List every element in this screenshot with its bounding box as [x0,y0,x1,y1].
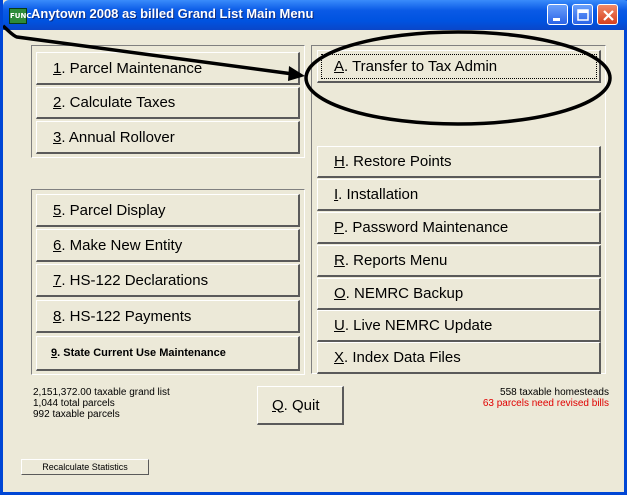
button-label: . Installation [338,186,419,203]
state-current-use-button[interactable]: 9. State Current Use Maintenance [36,336,300,371]
minimize-button[interactable] [547,4,568,25]
button-label: . Parcel Display [61,201,166,219]
button-label: . Parcel Maintenance [61,59,203,77]
hotkey: X [334,349,345,366]
button-label: . Annual Rollover [61,128,175,146]
button-label: . Make New Entity [61,236,183,254]
hotkey: R [334,252,345,269]
recalculate-statistics-button[interactable]: Recalculate Statistics [21,459,149,475]
button-label: . Calculate Taxes [61,94,176,111]
hotkey: U [334,317,345,334]
parcel-display-button[interactable]: 5. Parcel Display [36,194,300,227]
button-label: . Index Data Files [344,349,461,366]
app-icon: FUNC [9,8,31,24]
reports-menu-button[interactable]: R. Reports Menu [317,245,601,277]
hotkey: 5 [53,201,62,219]
button-label: . Live NEMRC Update [344,317,493,334]
button-label: . Restore Points [344,153,452,170]
hotkey: A [334,57,345,75]
title-bar[interactable]: FUNC Anytown 2008 as billed Grand List M… [3,0,627,30]
hotkey: 3 [53,128,62,146]
button-label: . Quit [283,396,320,414]
maximize-icon [577,9,589,21]
hotkey: H [334,153,345,170]
main-menu-window: FUNC Anytown 2008 as billed Grand List M… [0,0,627,495]
quit-button[interactable]: Q. Quit [257,386,344,425]
stat-taxable-parcels: 992 taxable parcels [33,409,120,420]
hotkey: Q [272,396,284,414]
hotkey: 2 [53,94,62,111]
stat-total-parcels: 1,044 total parcels [33,398,115,409]
stat-homesteads: 558 taxable homesteads [500,387,609,398]
stat-revised-bills: 63 parcels need revised bills [482,398,609,409]
button-label: . HS-122 Declarations [61,271,209,289]
button-label: . Password Maintenance [344,219,509,236]
button-label: . Reports Menu [344,252,448,269]
button-label: . Transfer to Tax Admin [344,57,498,75]
stat-grand-list: 2,151,372.00 taxable grand list [33,387,170,398]
annual-rollover-button[interactable]: 3. Annual Rollover [36,121,300,154]
button-label: . HS-122 Payments [61,307,192,325]
hotkey: 8 [53,307,62,325]
hotkey: 7 [53,271,62,289]
maximize-button[interactable] [572,4,593,25]
password-maintenance-button[interactable]: P. Password Maintenance [317,212,601,244]
close-icon [603,10,614,21]
live-nemrc-update-button[interactable]: U. Live NEMRC Update [317,310,601,342]
hotkey: 6 [53,236,62,254]
hotkey: O [334,285,346,302]
calculate-taxes-button[interactable]: 2. Calculate Taxes [36,87,300,119]
hotkey: 1 [53,59,62,77]
button-label: . State Current Use Maintenance [57,347,226,359]
parcel-maintenance-button[interactable]: 1. Parcel Maintenance [36,52,300,85]
button-label: . NEMRC Backup [345,285,464,302]
hotkey: P [334,219,345,236]
nemrc-backup-button[interactable]: O. NEMRC Backup [317,278,601,310]
minimize-icon [553,18,560,21]
hs122-payments-button[interactable]: 8. HS-122 Payments [36,300,300,333]
transfer-to-tax-admin-button[interactable]: A. Transfer to Tax Admin [317,50,601,83]
installation-button[interactable]: I. Installation [317,179,601,211]
make-new-entity-button[interactable]: 6. Make New Entity [36,229,300,262]
close-button[interactable] [597,4,618,25]
restore-points-button[interactable]: H. Restore Points [317,146,601,178]
index-data-files-button[interactable]: X. Index Data Files [317,342,601,374]
window-title: Anytown 2008 as billed Grand List Main M… [31,6,314,21]
hs122-declarations-button[interactable]: 7. HS-122 Declarations [36,264,300,297]
